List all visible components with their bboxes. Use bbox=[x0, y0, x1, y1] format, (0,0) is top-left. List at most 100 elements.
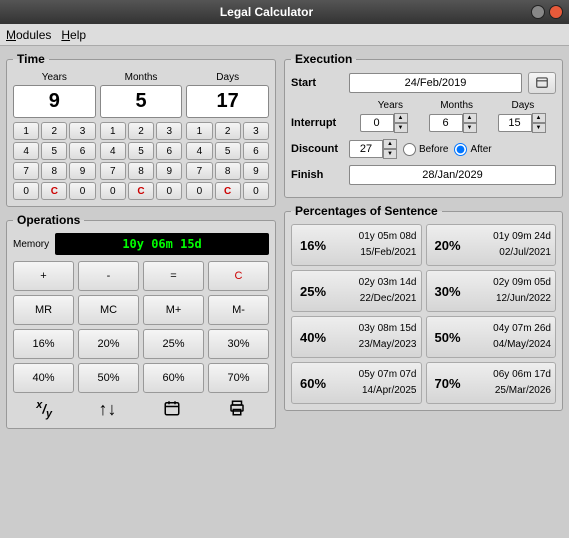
numpad-2-6-5[interactable]: 6 bbox=[243, 142, 269, 160]
numpad-1-1-0[interactable]: 1 bbox=[100, 122, 126, 140]
pct-label: 60% bbox=[296, 376, 330, 391]
start-field[interactable]: 24/Feb/2019 bbox=[349, 73, 522, 93]
numpad-2-0-9[interactable]: 0 bbox=[186, 182, 212, 200]
numpad-2-0-11[interactable]: 0 bbox=[243, 182, 269, 200]
titlebar: Legal Calculator bbox=[0, 0, 569, 24]
op-50-button[interactable]: 50% bbox=[78, 363, 139, 393]
numpad-1-4-3[interactable]: 4 bbox=[100, 142, 126, 160]
numpad-2-1-0[interactable]: 1 bbox=[186, 122, 212, 140]
before-radio[interactable]: Before bbox=[403, 143, 448, 156]
finish-field: 28/Jan/2029 bbox=[349, 165, 556, 185]
finish-label: Finish bbox=[291, 169, 343, 181]
calendar-icon[interactable] bbox=[163, 399, 181, 422]
op-16-button[interactable]: 16% bbox=[13, 329, 74, 359]
numpad-2-7-6[interactable]: 7 bbox=[186, 162, 212, 180]
interrupt-days-spinner[interactable]: ▲▼ bbox=[498, 113, 546, 133]
numpad-2-c-10[interactable]: C bbox=[215, 182, 241, 200]
numpad-2-3-2[interactable]: 3 bbox=[243, 122, 269, 140]
pct-data: 03y 08m 15d23/May/2023 bbox=[336, 321, 417, 353]
op--button[interactable]: - bbox=[78, 261, 139, 291]
pct-data: 02y 09m 05d12/Jun/2022 bbox=[471, 275, 552, 307]
op-30-button[interactable]: 30% bbox=[208, 329, 269, 359]
op--button[interactable]: = bbox=[143, 261, 204, 291]
op-m-button[interactable]: M+ bbox=[143, 295, 204, 325]
numpad-1-8-7[interactable]: 8 bbox=[128, 162, 154, 180]
window-title: Legal Calculator bbox=[6, 5, 527, 19]
op-70-button[interactable]: 70% bbox=[208, 363, 269, 393]
numpad-2-9-8[interactable]: 9 bbox=[243, 162, 269, 180]
op-mr-button[interactable]: MR bbox=[13, 295, 74, 325]
numpad-1-5-4[interactable]: 5 bbox=[128, 142, 154, 160]
calendar-button[interactable] bbox=[528, 72, 556, 94]
pct-cell-20: 20%01y 09m 24d02/Jul/2021 bbox=[426, 224, 557, 266]
numpad-0-7-6[interactable]: 7 bbox=[13, 162, 39, 180]
numpad-1-9-8[interactable]: 9 bbox=[156, 162, 182, 180]
pct-label: 40% bbox=[296, 330, 330, 345]
numpad-2-2-1[interactable]: 2 bbox=[215, 122, 241, 140]
minimize-icon[interactable] bbox=[531, 5, 545, 19]
pct-data: 01y 05m 08d15/Feb/2021 bbox=[336, 229, 417, 261]
time-panel: Time Years 9 Months 5 Days 17 1234567890… bbox=[6, 52, 276, 207]
numpad-1-3-2[interactable]: 3 bbox=[156, 122, 182, 140]
fraction-icon[interactable]: x/y bbox=[36, 399, 52, 422]
numpad-1-0-9[interactable]: 0 bbox=[100, 182, 126, 200]
pct-cell-25: 25%02y 03m 14d22/Dec/2021 bbox=[291, 270, 422, 312]
exec-months-label: Months bbox=[424, 100, 490, 111]
exec-years-label: Years bbox=[357, 100, 423, 111]
years-value: 9 bbox=[13, 85, 96, 118]
numpad-0-0-11[interactable]: 0 bbox=[69, 182, 95, 200]
close-icon[interactable] bbox=[549, 5, 563, 19]
years-label: Years bbox=[13, 72, 96, 83]
discount-spinner[interactable]: ▲▼ bbox=[349, 139, 397, 159]
op-c-button[interactable]: C bbox=[208, 261, 269, 291]
numpad-0-0-9[interactable]: 0 bbox=[13, 182, 39, 200]
numpad-1-c-10[interactable]: C bbox=[128, 182, 154, 200]
numpad-1-0-11[interactable]: 0 bbox=[156, 182, 182, 200]
numpad-0-9-8[interactable]: 9 bbox=[69, 162, 95, 180]
numpad-0-8-7[interactable]: 8 bbox=[41, 162, 67, 180]
pct-cell-40: 40% 03y 08m 15d23/May/2023 bbox=[291, 316, 422, 358]
numpad-2-5-4[interactable]: 5 bbox=[215, 142, 241, 160]
percentages-legend: Percentages of Sentence bbox=[291, 204, 442, 218]
pct-label: 20% bbox=[431, 238, 465, 253]
pct-cell-30: 30%02y 09m 05d12/Jun/2022 bbox=[426, 270, 557, 312]
percentages-panel: Percentages of Sentence 16% 01y 05m 08d15… bbox=[284, 204, 563, 411]
op-m-button[interactable]: M- bbox=[208, 295, 269, 325]
op-25-button[interactable]: 25% bbox=[143, 329, 204, 359]
interrupt-months-spinner[interactable]: ▲▼ bbox=[429, 113, 477, 133]
op-20-button[interactable]: 20% bbox=[78, 329, 139, 359]
op-mc-button[interactable]: MC bbox=[78, 295, 139, 325]
numpad-2-4-3[interactable]: 4 bbox=[186, 142, 212, 160]
numpad-2-8-7[interactable]: 8 bbox=[215, 162, 241, 180]
swap-icon[interactable]: ↑↓ bbox=[99, 399, 117, 422]
months-label: Months bbox=[100, 72, 183, 83]
numpad-0-3-2[interactable]: 3 bbox=[69, 122, 95, 140]
menubar: Modules Help bbox=[0, 24, 569, 46]
interrupt-years-spinner[interactable]: ▲▼ bbox=[360, 113, 408, 133]
operations-panel: Operations Memory 10y 06m 15d +-=CMRMCM+… bbox=[6, 213, 276, 429]
pct-cell-16: 16% 01y 05m 08d15/Feb/2021 bbox=[291, 224, 422, 266]
print-icon[interactable] bbox=[228, 399, 246, 422]
pct-data: 05y 07m 07d14/Apr/2025 bbox=[336, 367, 417, 399]
numpad-1-7-6[interactable]: 7 bbox=[100, 162, 126, 180]
numpad-1-2-1[interactable]: 2 bbox=[128, 122, 154, 140]
pct-label: 70% bbox=[431, 376, 465, 391]
numpad-0-6-5[interactable]: 6 bbox=[69, 142, 95, 160]
numpad-0-c-10[interactable]: C bbox=[41, 182, 67, 200]
op-40-button[interactable]: 40% bbox=[13, 363, 74, 393]
op-60-button[interactable]: 60% bbox=[143, 363, 204, 393]
menu-modules[interactable]: Modules bbox=[6, 28, 51, 42]
pct-label: 16% bbox=[296, 238, 330, 253]
pct-data: 02y 03m 14d22/Dec/2021 bbox=[336, 275, 417, 307]
numpad-0-1-0[interactable]: 1 bbox=[13, 122, 39, 140]
numpad-0-2-1[interactable]: 2 bbox=[41, 122, 67, 140]
op--button[interactable]: + bbox=[13, 261, 74, 291]
numpad-0-5-4[interactable]: 5 bbox=[41, 142, 67, 160]
menu-help[interactable]: Help bbox=[61, 28, 86, 42]
days-value: 17 bbox=[186, 85, 269, 118]
numpad-1-6-5[interactable]: 6 bbox=[156, 142, 182, 160]
pct-cell-60: 60% 05y 07m 07d14/Apr/2025 bbox=[291, 362, 422, 404]
numpad-0-4-3[interactable]: 4 bbox=[13, 142, 39, 160]
pct-data: 04y 07m 26d04/May/2024 bbox=[471, 321, 552, 353]
after-radio[interactable]: After bbox=[454, 143, 491, 156]
